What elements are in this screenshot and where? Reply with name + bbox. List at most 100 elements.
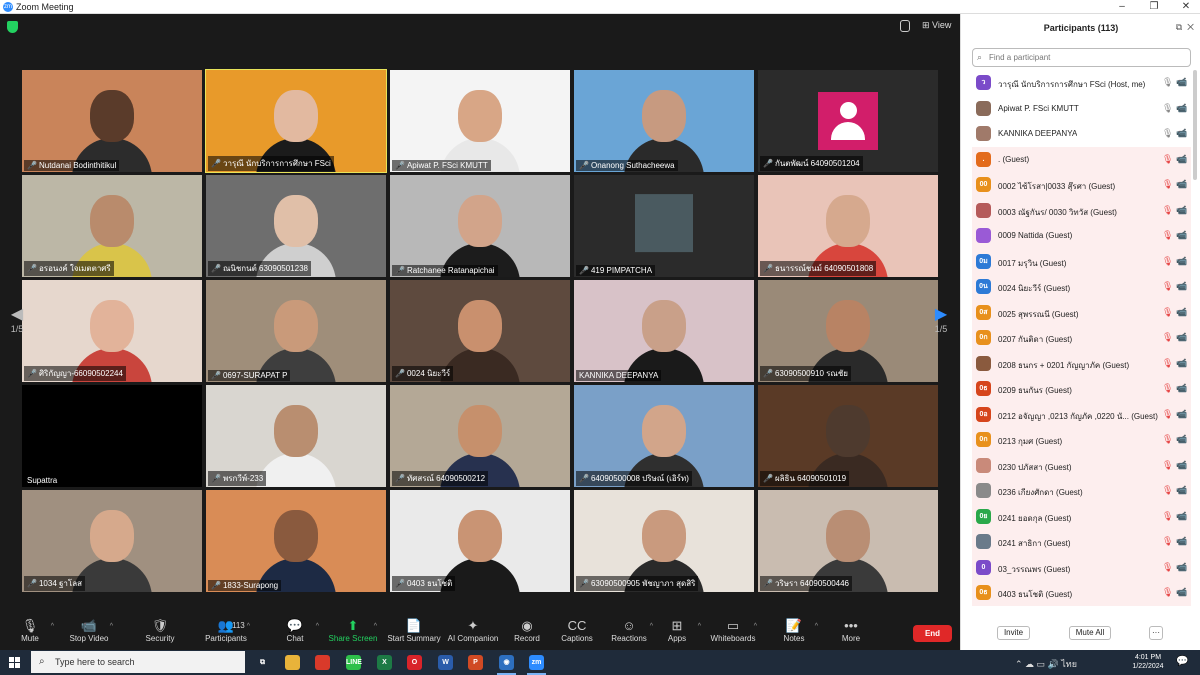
participant-row[interactable]: KANNIKA DEEPANYA 🎙 📹 bbox=[972, 121, 1191, 147]
apps-button[interactable]: ⊞ Apps ^ bbox=[647, 618, 707, 643]
maximize-button[interactable]: ❐ bbox=[1140, 0, 1168, 14]
participant-search-input[interactable]: ⌕ Find a participant bbox=[972, 48, 1191, 67]
mic-status-icon[interactable]: 🎙 bbox=[1162, 128, 1173, 139]
share-screen-button[interactable]: ⬆ Share Screen ^ bbox=[323, 618, 383, 643]
participant-row[interactable]: 0 03_วรรณพร (Guest) 🎙 📹 bbox=[972, 554, 1191, 580]
mic-status-icon[interactable]: 🎙 bbox=[1162, 179, 1173, 190]
participant-video-tile[interactable]: 🎤 64090500008 ปริษณ์ (เอิร์ท) bbox=[574, 385, 754, 487]
participant-video-tile[interactable]: KANNIKA DEEPANYA bbox=[574, 280, 754, 382]
participant-video-tile[interactable]: 🎤 419 PIMPATCHA bbox=[574, 175, 754, 277]
participant-video-tile[interactable]: 🎤 อรอนงค์ ใจเมตตาศรี bbox=[22, 175, 202, 277]
mic-status-icon[interactable]: 🎙 bbox=[1162, 587, 1173, 598]
participants-button[interactable]: 👥 Participants 113 ^ bbox=[196, 618, 256, 643]
mic-status-icon[interactable]: 🎙 bbox=[1162, 434, 1173, 445]
mic-status-icon[interactable]: 🎙 bbox=[1162, 205, 1173, 216]
close-panel-icon[interactable]: ✕ bbox=[1187, 22, 1194, 32]
participant-row[interactable]: 00 0002 ไซ้โรสา|0033 สุ๊รศา (Guest) 🎙 📹 bbox=[972, 172, 1191, 198]
powerpoint-icon[interactable]: P bbox=[468, 655, 483, 670]
word-icon[interactable]: W bbox=[438, 655, 453, 670]
participant-row[interactable]: 0208 ธนกร + 0201 กัญญาภัค (Guest) 🎙 📹 bbox=[972, 350, 1191, 376]
view-button[interactable]: ⊞ View bbox=[922, 20, 951, 31]
participant-video-tile[interactable]: 🎤 กันตพัฒน์ 64090501204 bbox=[758, 70, 938, 172]
participant-video-tile[interactable]: 🎤 1833-Surapong bbox=[206, 490, 386, 592]
minimize-button[interactable]: – bbox=[1108, 0, 1136, 14]
chevron-up-icon[interactable]: ^ bbox=[316, 623, 319, 630]
invite-button[interactable]: Invite bbox=[997, 626, 1030, 640]
mic-status-icon[interactable]: 🎙 bbox=[1162, 230, 1173, 241]
mic-status-icon[interactable]: 🎙 bbox=[1162, 103, 1173, 114]
stop-video-button[interactable]: 📹 Stop Video ^ bbox=[59, 618, 119, 643]
encryption-shield-icon[interactable] bbox=[7, 21, 18, 33]
participant-video-tile[interactable]: 🎤 Ratchanee Ratanapichai bbox=[390, 175, 570, 277]
opera-icon[interactable]: O bbox=[407, 655, 422, 670]
mic-status-icon[interactable]: 🎙 bbox=[1162, 409, 1173, 420]
chevron-up-icon[interactable]: ^ bbox=[247, 623, 250, 630]
participant-video-tile[interactable]: 🎤 ผลิธิน 64090501019 bbox=[758, 385, 938, 487]
participant-row[interactable]: 0236 เกียงศักดา (Guest) 🎙 📹 bbox=[972, 478, 1191, 504]
participant-row[interactable]: . . (Guest) 🎙 📹 bbox=[972, 146, 1191, 172]
start-summary-button[interactable]: 📄 Start Summary bbox=[384, 618, 444, 643]
participant-video-tile[interactable]: 🎤 วารุณี นักบริการการศึกษา FSci bbox=[205, 69, 387, 173]
chrome-icon[interactable] bbox=[315, 655, 330, 670]
participant-row[interactable]: Apiwat P. FSci KMUTT 🎙 📹 bbox=[972, 96, 1191, 122]
taskbar-clock[interactable]: 4:01 PM 1/22/2024 bbox=[1128, 653, 1168, 671]
participant-list-scrollbar[interactable] bbox=[1193, 70, 1197, 180]
mute-button[interactable]: 🎙 Mute ^ bbox=[0, 618, 60, 643]
whiteboards-button[interactable]: ▭ Whiteboards ^ bbox=[703, 618, 763, 643]
mic-status-icon[interactable]: 🎙 bbox=[1162, 460, 1173, 471]
chat-button[interactable]: 💬 Chat ^ bbox=[265, 618, 325, 643]
ai-companion-button[interactable]: ✦ AI Companion bbox=[443, 618, 503, 643]
mic-status-icon[interactable]: 🎙 bbox=[1162, 562, 1173, 573]
participant-row[interactable]: 0ย 0241 ยอดกุล (Guest) 🎙 📹 bbox=[972, 503, 1191, 529]
participant-row[interactable]: 0003 ณัฐกันร/ 0030 วิทวัส (Guest) 🎙 📹 bbox=[972, 197, 1191, 223]
next-page-button[interactable]: ▶ 1/5 bbox=[932, 304, 950, 364]
participant-video-tile[interactable]: 🎤 1034 ฐาโลส bbox=[22, 490, 202, 592]
windows-start-icon[interactable] bbox=[9, 657, 20, 668]
chevron-up-icon[interactable]: ^ bbox=[754, 623, 757, 630]
participant-row[interactable]: 0ธ 0209 ธนกันร (Guest) 🎙 📹 bbox=[972, 376, 1191, 402]
participant-video-tile[interactable]: 🎤 วริษรา 64090500446 bbox=[758, 490, 938, 592]
more-button[interactable]: ••• More bbox=[821, 618, 881, 643]
captions-button[interactable]: CC Captions bbox=[547, 618, 607, 643]
participant-video-tile[interactable]: 🎤 0403 ธนโชติ bbox=[390, 490, 570, 592]
mic-status-icon[interactable]: 🎙 bbox=[1162, 536, 1173, 547]
notes-button[interactable]: 📝 Notes ^ bbox=[764, 618, 824, 643]
chevron-up-icon[interactable]: ^ bbox=[815, 623, 818, 630]
mic-status-icon[interactable]: 🎙 bbox=[1162, 256, 1173, 267]
chevron-up-icon[interactable]: ^ bbox=[110, 623, 113, 630]
participant-video-tile[interactable]: Supattra bbox=[22, 385, 202, 487]
mic-status-icon[interactable]: 🎙 bbox=[1162, 281, 1173, 292]
participant-video-tile[interactable]: 🎤 63090500905 พัชญาภา สุดสิริ bbox=[574, 490, 754, 592]
participant-video-tile[interactable]: 🎤 Onanong Suthacheewa bbox=[574, 70, 754, 172]
prev-page-button[interactable]: ◀ 1/5 bbox=[8, 304, 26, 364]
mic-status-icon[interactable]: 🎙 bbox=[1162, 154, 1173, 165]
mic-status-icon[interactable]: 🎙 bbox=[1162, 511, 1173, 522]
mic-status-icon[interactable]: 🎙 bbox=[1162, 485, 1173, 496]
participant-video-tile[interactable]: 🎤 Apiwat P. FSci KMUTT bbox=[390, 70, 570, 172]
file-explorer-icon[interactable] bbox=[285, 655, 300, 670]
participant-video-tile[interactable]: 🎤 Nutdanai Bodinthitikul bbox=[22, 70, 202, 172]
participant-video-tile[interactable]: 🎤 ณนิชกนต์ 63090501238 bbox=[206, 175, 386, 277]
chevron-up-icon[interactable]: ^ bbox=[698, 623, 701, 630]
mute-all-button[interactable]: Mute All bbox=[1069, 626, 1111, 640]
mic-status-icon[interactable]: 🎙 bbox=[1162, 307, 1173, 318]
chevron-up-icon[interactable]: ^ bbox=[51, 623, 54, 630]
panel-more-button[interactable]: ··· bbox=[1149, 626, 1163, 640]
line-icon[interactable]: LINE bbox=[346, 655, 362, 670]
popout-icon[interactable]: ⧉ bbox=[1176, 22, 1182, 32]
close-button[interactable]: ✕ bbox=[1172, 0, 1200, 14]
zoom-icon[interactable]: zm bbox=[527, 655, 546, 675]
task-view-icon[interactable]: ⧉ bbox=[255, 655, 270, 670]
participant-video-tile[interactable]: 🎤 0024 นิยะวีร์ bbox=[390, 280, 570, 382]
participant-row[interactable]: 0ก 0213 กุมศ (Guest) 🎙 📹 bbox=[972, 427, 1191, 453]
participant-video-tile[interactable]: 🎤 0697-SURAPAT P bbox=[206, 280, 386, 382]
participant-row[interactable]: 0ม 0017 มรุวิน (Guest) 🎙 📹 bbox=[972, 248, 1191, 274]
mic-status-icon[interactable]: 🎙 bbox=[1162, 383, 1173, 394]
end-meeting-button[interactable]: End bbox=[913, 625, 952, 642]
mic-status-icon[interactable]: 🎙 bbox=[1162, 358, 1173, 369]
system-tray[interactable]: ⌃ ☁ ▭ 🔊 ไทย bbox=[1015, 657, 1077, 671]
participant-row[interactable]: 0241 สาธิกา (Guest) 🎙 📹 bbox=[972, 529, 1191, 555]
participant-row[interactable]: ว วารุณี นักบริการการศึกษา FSci (Host, me… bbox=[972, 70, 1191, 96]
screen-layout-icon[interactable] bbox=[900, 20, 910, 32]
participant-row[interactable]: 0ส 0025 สุพรรณนี (Guest) 🎙 📹 bbox=[972, 299, 1191, 325]
